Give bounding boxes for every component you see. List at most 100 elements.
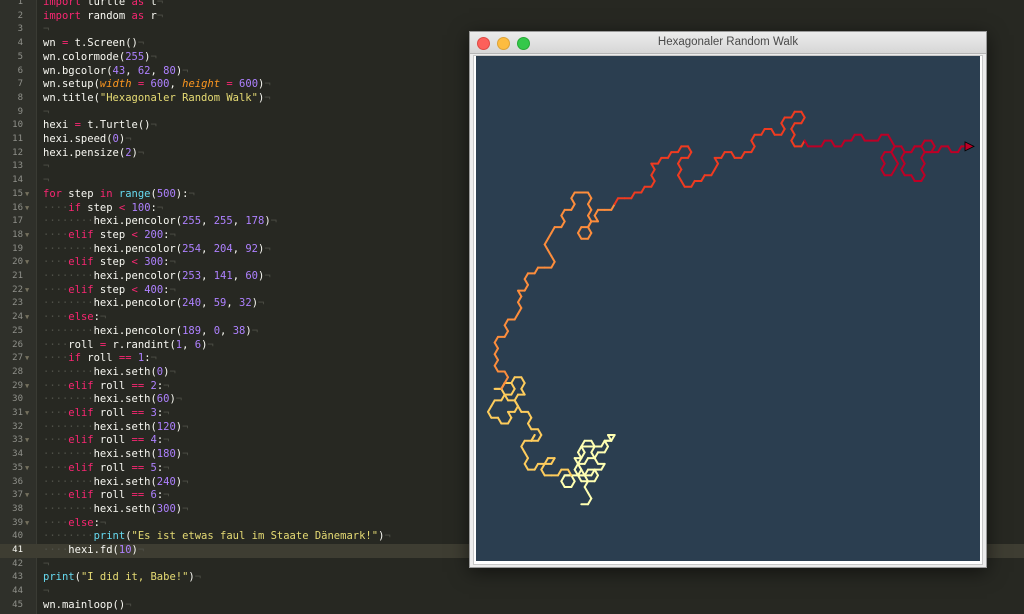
code-token: hexi.pencolor(: [93, 324, 183, 337]
newline-marker: ¬: [264, 91, 271, 104]
fold-arrow-icon[interactable]: ▼: [25, 380, 29, 394]
code-text: ········hexi.pencolor(240, 59, 32)¬: [43, 297, 264, 311]
indent-guide: ········: [43, 448, 94, 461]
line-number: 39: [12, 517, 23, 528]
code-token: step: [61, 187, 100, 200]
code-token: elif: [68, 407, 94, 419]
fold-arrow-icon[interactable]: ▼: [25, 256, 29, 270]
code-text: ····elif step < 200:¬: [43, 229, 176, 243]
code-token: elif: [68, 379, 94, 392]
fold-arrow-icon[interactable]: ▼: [25, 229, 29, 243]
code-line[interactable]: 2 import random as r¬: [0, 10, 1024, 24]
code-token: r: [144, 9, 157, 22]
fold-arrow-icon[interactable]: ▼: [25, 352, 29, 366]
walk-segment: [920, 145, 926, 154]
walk-segment: [920, 162, 926, 171]
walk-segment: [523, 278, 529, 286]
window-title: Hexagonaler Random Walk: [657, 36, 799, 48]
code-line[interactable]: 45 wn.mainloop()¬: [0, 599, 1024, 613]
code-text: ····elif step < 400:¬: [43, 284, 176, 298]
code-token: 255: [213, 215, 233, 228]
line-number: 1: [17, 0, 23, 7]
code-text: ····hexi.fd(10)¬: [43, 544, 144, 558]
newline-marker: ¬: [194, 571, 202, 584]
indent-guide: ····: [43, 379, 69, 392]
fold-arrow-icon[interactable]: ▼: [25, 517, 29, 531]
line-number: 5: [17, 51, 23, 62]
code-token: 189: [182, 324, 202, 337]
code-token: t: [144, 0, 157, 8]
code-token: ,: [201, 297, 214, 310]
fold-arrow-icon[interactable]: ▼: [25, 434, 29, 448]
line-number: 14: [12, 175, 23, 186]
code-token: 254: [182, 242, 202, 255]
walk-segment: [593, 474, 599, 483]
turtle-canvas[interactable]: [476, 56, 980, 561]
code-token: wn.title(: [43, 91, 100, 104]
fold-arrow-icon[interactable]: ▼: [25, 489, 29, 503]
code-token: ,: [150, 64, 164, 77]
code-text: ····elif roll == 4:¬: [43, 434, 170, 448]
indent-guide: ····: [43, 461, 69, 474]
code-token: 60: [245, 270, 258, 282]
indent-guide: ····: [43, 283, 69, 296]
line-number: 13: [12, 161, 23, 172]
walk-segment: [613, 197, 619, 206]
code-token: ,: [169, 78, 183, 91]
line-number: 38: [12, 503, 23, 514]
indent-guide: ········: [43, 365, 94, 378]
walk-segment: [603, 445, 609, 454]
code-line[interactable]: 1 import turtle as t¬: [0, 0, 1024, 10]
code-token: as: [131, 0, 145, 8]
code-token: hexi.fd(: [68, 544, 119, 556]
line-number: 30: [12, 394, 23, 405]
indent-guide: ····: [43, 338, 69, 351]
newline-marker: ¬: [156, 9, 164, 22]
code-token: roll: [93, 434, 132, 447]
fold-arrow-icon[interactable]: ▼: [25, 284, 29, 298]
fold-arrow-icon[interactable]: ▼: [25, 407, 29, 421]
code-line[interactable]: 44 ¬: [0, 585, 1024, 599]
walk-segment: [550, 260, 556, 269]
code-text: ¬: [43, 174, 49, 188]
code-token: ,: [125, 64, 138, 77]
code-token: wn.colormode(: [43, 50, 126, 63]
walk-segment: [547, 249, 553, 258]
indent-guide: ····: [43, 434, 69, 447]
fold-arrow-icon[interactable]: ▼: [25, 311, 29, 325]
walk-segment: [880, 162, 886, 171]
line-number: 16: [12, 202, 23, 213]
code-token: print: [43, 571, 75, 584]
indent-guide: ········: [43, 215, 94, 228]
newline-marker: ¬: [43, 585, 50, 598]
indent-guide: ····: [43, 201, 69, 214]
code-token: hexi.seth(: [93, 365, 157, 378]
line-number: 9: [17, 106, 23, 117]
code-token: elif: [68, 434, 94, 447]
code-token: 92: [245, 242, 258, 255]
newline-marker: ¬: [182, 64, 189, 77]
code-token: ,: [201, 324, 214, 337]
newline-marker: ¬: [182, 448, 189, 461]
line-number: 18: [12, 229, 23, 240]
fold-arrow-icon[interactable]: ▼: [25, 202, 29, 216]
line-number: 36: [12, 476, 23, 487]
newline-marker: ¬: [156, 201, 164, 214]
fold-arrow-icon[interactable]: ▼: [25, 188, 29, 202]
code-text: ¬: [43, 558, 49, 572]
newline-marker: ¬: [43, 105, 50, 118]
walk-segment: [523, 462, 529, 471]
fold-arrow-icon[interactable]: ▼: [25, 462, 29, 476]
code-text: hexi.speed(0)¬: [43, 133, 132, 147]
code-line[interactable]: 43 print("I did it, Babe!")¬: [0, 571, 1024, 585]
walk-segment: [713, 162, 719, 171]
turtle-graphics-window[interactable]: Hexagonaler Random Walk: [469, 31, 987, 568]
code-token: 38: [232, 324, 246, 337]
code-token: 80: [163, 64, 176, 77]
line-number: 3: [17, 24, 23, 35]
line-number: 25: [12, 325, 23, 336]
window-titlebar[interactable]: Hexagonaler Random Walk: [470, 32, 986, 54]
indent-guide: ········: [43, 393, 94, 406]
code-token: for: [43, 187, 62, 200]
code-text: ····elif roll == 3:¬: [43, 407, 170, 421]
